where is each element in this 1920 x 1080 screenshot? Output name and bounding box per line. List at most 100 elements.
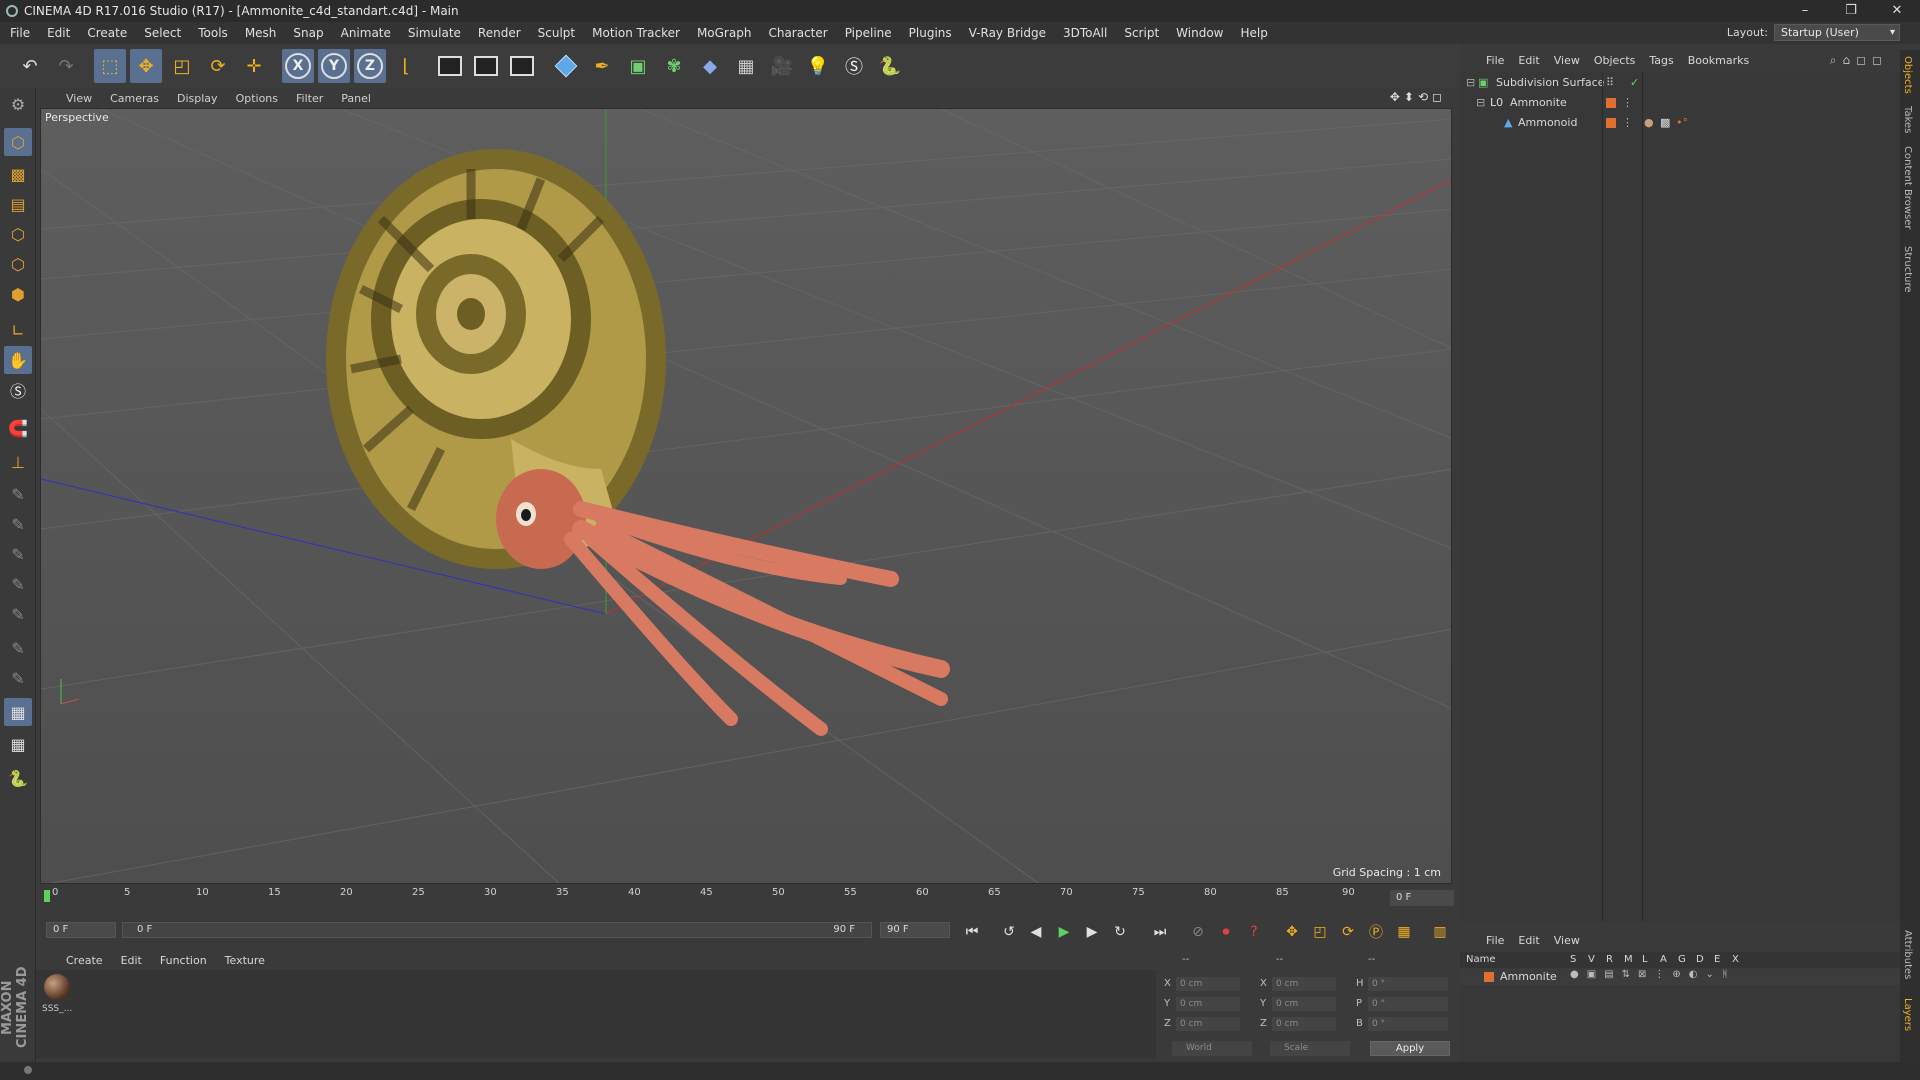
restore-button[interactable]: ❐ <box>1828 0 1874 22</box>
add-camera-button[interactable]: 🎥 <box>766 49 798 83</box>
coord-pos-x-field[interactable]: 0 cm <box>1176 977 1240 991</box>
menu-mograph[interactable]: MoGraph <box>697 26 752 40</box>
object-menu-edit[interactable]: Edit <box>1518 54 1539 67</box>
points-mode-button[interactable]: ⬡ <box>4 220 32 248</box>
sculpt-tool-6[interactable]: ✎ <box>4 634 32 662</box>
polygons-mode-button[interactable]: ⬢ <box>4 280 32 308</box>
sculpt-tool-2[interactable]: ✎ <box>4 510 32 538</box>
viewport-menu-display[interactable]: Display <box>177 92 218 105</box>
object-name[interactable]: Ammonoid <box>1518 114 1577 132</box>
menu-motion-tracker[interactable]: Motion Tracker <box>592 26 680 40</box>
menu-script[interactable]: Script <box>1124 26 1159 40</box>
coord-size-x-field[interactable]: 0 cm <box>1272 977 1336 991</box>
keyframe-selection-button[interactable]: ? <box>1242 921 1266 943</box>
coord-pos-y-field[interactable]: 0 cm <box>1176 997 1240 1011</box>
add-floor-button[interactable]: ▦ <box>730 49 762 83</box>
sculpt-tool-5[interactable]: ✎ <box>4 600 32 628</box>
end-frame-field[interactable]: 90 F <box>880 922 950 938</box>
next-key-button[interactable]: ↻ <box>1108 921 1132 943</box>
enabled-check-icon[interactable]: ✓ <box>1630 74 1639 92</box>
menu-sculpt[interactable]: Sculpt <box>538 26 575 40</box>
menu-animate[interactable]: Animate <box>341 26 391 40</box>
timeline-ruler[interactable]: 0 5 10 15 20 25 30 35 40 45 50 55 60 65 … <box>40 886 1452 908</box>
expand-toggle-icon[interactable]: ⊟ <box>1466 74 1475 92</box>
ammonite-model[interactable] <box>326 149 950 736</box>
material-preview-swatch[interactable] <box>44 974 70 1000</box>
python-button[interactable]: 🐍 <box>874 49 906 83</box>
vray-button[interactable]: Ⓢ <box>838 49 870 83</box>
menu-tools[interactable]: Tools <box>198 26 228 40</box>
previous-frame-button[interactable]: ◀ <box>1024 921 1048 943</box>
object-row-subdivision-surface[interactable]: ⊟ ▣ Subdivision Surface ⠿ ✓ <box>1460 74 1900 92</box>
live-selection-button[interactable]: ⬚ <box>94 49 126 83</box>
sculpt-tool-7[interactable]: ✎ <box>4 664 32 692</box>
coordinate-system-button[interactable]: ⌊ <box>390 49 422 83</box>
current-frame-field[interactable]: 0 F <box>1390 890 1454 906</box>
object-menu-view[interactable]: View <box>1554 54 1580 67</box>
sculpt-tool-3[interactable]: ✎ <box>4 540 32 568</box>
coord-pos-z-field[interactable]: 0 cm <box>1176 1017 1240 1031</box>
minimize-button[interactable]: – <box>1782 0 1828 22</box>
make-editable-button[interactable]: ⚙ <box>4 90 32 118</box>
menu-3dtoall[interactable]: 3DToAll <box>1063 26 1107 40</box>
material-menu-function[interactable]: Function <box>160 954 207 967</box>
visibility-dots-icon[interactable]: ⋮ <box>1622 114 1633 132</box>
viewport-menu-filter[interactable]: Filter <box>296 92 323 105</box>
tweak-mode-button[interactable]: ✋ <box>4 346 32 374</box>
menu-render[interactable]: Render <box>478 26 521 40</box>
sculpt-tool-1[interactable]: ✎ <box>4 480 32 508</box>
key-pla-button[interactable]: ▦ <box>1392 921 1416 943</box>
layer-menu-file[interactable]: File <box>1486 934 1504 947</box>
y-axis-button[interactable]: Y <box>318 49 350 83</box>
menu-edit[interactable]: Edit <box>47 26 70 40</box>
object-row-ammonite[interactable]: ⊟ L0 Ammonite ⋮ <box>1460 94 1900 112</box>
tab-structure[interactable]: Structure <box>1902 246 1913 293</box>
viewport-menu-cameras[interactable]: Cameras <box>110 92 159 105</box>
tab-takes[interactable]: Takes <box>1902 106 1913 133</box>
playhead-marker[interactable] <box>44 890 50 902</box>
object-row-ammonoid[interactable]: ▲ Ammonoid ⋮ ● ▩ •° <box>1460 114 1900 132</box>
coord-size-z-field[interactable]: 0 cm <box>1272 1017 1336 1031</box>
viewport-navigation-icons[interactable]: ✥⬍⟲◻ <box>1390 90 1446 104</box>
object-name[interactable]: Ammonite <box>1510 94 1567 112</box>
render-view-button[interactable] <box>434 49 466 83</box>
menu-create[interactable]: Create <box>87 26 127 40</box>
coord-rot-p-field[interactable]: 0 ° <box>1368 997 1448 1011</box>
material-menu-texture[interactable]: Texture <box>225 954 265 967</box>
object-manager-tool-icons[interactable]: ⌕⌂◻◻ <box>1830 53 1888 68</box>
add-pen-button[interactable]: ✒ <box>586 49 618 83</box>
apply-button[interactable]: Apply <box>1370 1041 1450 1056</box>
sculpt-tool-4[interactable]: ✎ <box>4 570 32 598</box>
object-menu-tags[interactable]: Tags <box>1649 54 1673 67</box>
menu-snap[interactable]: Snap <box>293 26 323 40</box>
menu-vray-bridge[interactable]: V-Ray Bridge <box>969 26 1046 40</box>
coordinate-mode-dropdown[interactable]: World <box>1172 1041 1252 1056</box>
go-to-end-button[interactable]: ⏭ <box>1148 921 1172 943</box>
layer-row[interactable]: Ammonite ●▣▤⇅⊠⋮⊕◐⌄ᚻ <box>1460 969 1900 985</box>
python-console-button[interactable]: 🐍 <box>4 764 32 792</box>
visibility-dots-icon[interactable]: ⋮ <box>1622 94 1633 112</box>
auto-keying-button[interactable]: ⏺ <box>1214 921 1238 943</box>
material-menu-edit[interactable]: Edit <box>121 954 142 967</box>
visibility-dots-icon[interactable]: ⠿ <box>1606 74 1614 92</box>
tab-layers[interactable]: Layers <box>1902 998 1913 1031</box>
add-subdivision-button[interactable]: ▣ <box>622 49 654 83</box>
menu-mesh[interactable]: Mesh <box>245 26 277 40</box>
x-axis-button[interactable]: X <box>282 49 314 83</box>
rotate-tool-button[interactable]: ⟳ <box>202 49 234 83</box>
uvw-tag-icon[interactable]: ▩ <box>1660 114 1670 132</box>
next-frame-button[interactable]: ▶ <box>1080 921 1104 943</box>
scale-tool-button[interactable]: ◰ <box>166 49 198 83</box>
key-parameter-button[interactable]: Ⓟ <box>1364 921 1388 943</box>
floor-lock-button[interactable]: ▦ <box>4 698 32 726</box>
undo-button[interactable]: ↶ <box>14 49 46 83</box>
add-cloner-button[interactable]: ✾ <box>658 49 690 83</box>
play-button[interactable]: ▶ <box>1052 921 1076 943</box>
key-scale-button[interactable]: ◰ <box>1308 921 1332 943</box>
viewport-menu-panel[interactable]: Panel <box>341 92 371 105</box>
menu-file[interactable]: File <box>10 26 30 40</box>
magnet-button[interactable]: 🧲 <box>4 414 32 442</box>
layer-toggle-icons[interactable]: ●▣▤⇅⊠⋮⊕◐⌄ᚻ <box>1570 969 1736 980</box>
axis-mode-button[interactable]: ∟ <box>4 316 32 344</box>
close-button[interactable]: ✕ <box>1874 0 1920 22</box>
